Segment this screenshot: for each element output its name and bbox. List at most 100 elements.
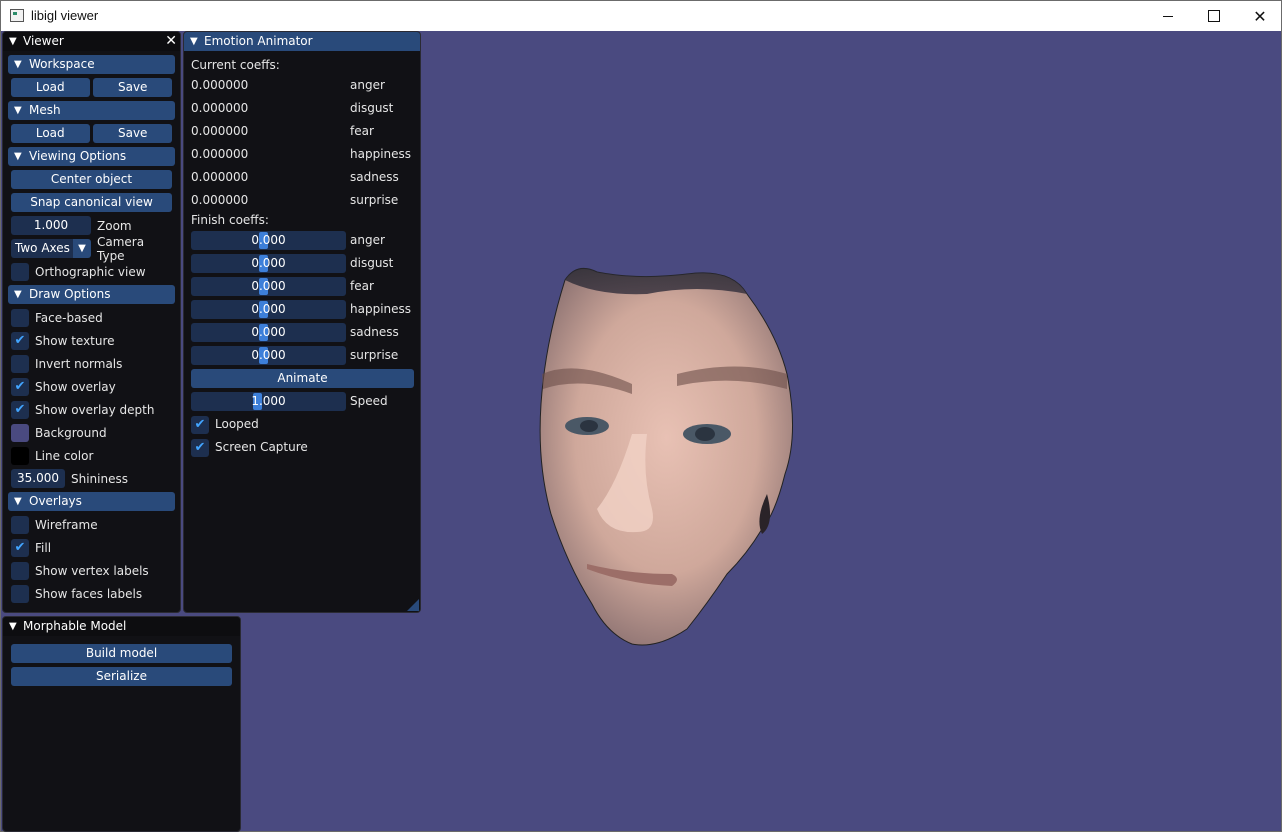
collapse-triangle-icon[interactable]: ▼ (9, 32, 17, 51)
close-window-button[interactable]: ✕ (1237, 1, 1282, 31)
check-icon: ✔ (14, 379, 26, 394)
current-value: 0.000000 (191, 193, 249, 207)
show-overlay-label: Show overlay (35, 379, 116, 394)
show-overlay-depth-checkbox[interactable]: ✔ (11, 400, 29, 419)
invert-normals-label: Invert normals (35, 356, 123, 371)
shininess-label: Shininess (71, 471, 128, 486)
slider-value: 0.000 (251, 279, 286, 293)
finish-coeffs-label: Finish coeffs: (191, 211, 269, 230)
fill-checkbox[interactable]: ✔ (11, 538, 29, 557)
slider-value: 0.000 (251, 256, 286, 270)
emotion-name: happiness (350, 302, 412, 316)
orthographic-checkbox[interactable] (11, 262, 29, 281)
current-value: 0.000000 (191, 147, 249, 161)
resize-grip[interactable] (407, 599, 419, 611)
check-icon: ✔ (14, 333, 26, 348)
center-object-button[interactable]: Center object (11, 170, 172, 189)
morphable-model-panel: ▼ Morphable Model Build model Serialize (2, 616, 241, 832)
emotion-name: disgust (350, 256, 394, 270)
emotion-name: happiness (350, 147, 412, 161)
camera-type-label: Camera Type (97, 234, 145, 263)
check-icon: ✔ (194, 417, 206, 432)
face-labels-label: Show faces labels (35, 586, 143, 601)
face-mesh[interactable] (537, 264, 795, 647)
chevron-down-icon[interactable]: ▼ (73, 239, 91, 258)
face-labels-checkbox[interactable] (11, 584, 29, 603)
build-model-button[interactable]: Build model (11, 644, 232, 663)
speed-slider[interactable]: 1.000 (191, 392, 346, 411)
collapse-triangle-icon: ▼ (14, 105, 22, 116)
zoom-input[interactable]: 1.000 (11, 216, 91, 235)
window-titlebar: libigl viewer ✕ (0, 0, 1282, 31)
collapse-triangle-icon: ▼ (14, 59, 22, 70)
collapse-triangle-icon[interactable]: ▼ (9, 617, 17, 636)
shininess-input[interactable]: 35.000 (11, 469, 65, 488)
collapse-triangle-icon: ▼ (14, 289, 22, 300)
emotion-name: surprise (350, 193, 399, 207)
sadness-slider[interactable]: 0.000 (191, 323, 346, 342)
close-icon[interactable]: ✕ (165, 32, 177, 51)
speed-row: 1.000 Speed (191, 392, 420, 411)
maximize-button[interactable] (1191, 1, 1237, 31)
fear-slider[interactable]: 0.000 (191, 277, 346, 296)
camera-type-value[interactable]: Two Axes (11, 239, 73, 258)
screen-capture-label: Screen Capture (215, 440, 308, 454)
slider-value: 1.000 (251, 394, 286, 408)
workspace-save-button[interactable]: Save (93, 78, 172, 97)
collapse-triangle-icon[interactable]: ▼ (190, 32, 198, 51)
workspace-section[interactable]: ▼ Workspace (8, 55, 175, 74)
workspace-load-button[interactable]: Load (11, 78, 90, 97)
mesh-section[interactable]: ▼ Mesh (8, 101, 175, 120)
finish-row: 0.000 surprise (191, 346, 420, 365)
finish-row: 0.000 anger (191, 231, 420, 250)
invert-normals-checkbox[interactable] (11, 354, 29, 373)
zoom-label: Zoom (97, 218, 132, 233)
current-value: 0.000000 (191, 170, 249, 184)
wireframe-checkbox[interactable] (11, 515, 29, 534)
anger-slider[interactable]: 0.000 (191, 231, 346, 250)
happiness-slider[interactable]: 0.000 (191, 300, 346, 319)
check-icon: ✔ (14, 540, 26, 555)
3d-viewport[interactable]: ▼ Viewer ✕ ▼ Workspace Load Save ▼ Mesh … (0, 31, 1282, 832)
disgust-slider[interactable]: 0.000 (191, 254, 346, 273)
viewing-options-section[interactable]: ▼ Viewing Options (8, 147, 175, 166)
emotion-panel-header[interactable]: ▼ Emotion Animator (184, 32, 420, 51)
window-title: libigl viewer (31, 8, 99, 23)
vertex-labels-label: Show vertex labels (35, 563, 149, 578)
camera-type-select[interactable]: Two Axes ▼ (11, 239, 91, 258)
viewer-panel-header[interactable]: ▼ Viewer ✕ (3, 32, 180, 51)
overlays-section[interactable]: ▼ Overlays (8, 492, 175, 511)
mesh-load-button[interactable]: Load (11, 124, 90, 143)
mesh-save-button[interactable]: Save (93, 124, 172, 143)
speed-label: Speed (350, 394, 388, 408)
collapse-triangle-icon: ▼ (14, 496, 22, 507)
draw-options-section[interactable]: ▼ Draw Options (8, 285, 175, 304)
looped-row: ✔ Looped (191, 415, 420, 434)
vertex-labels-checkbox[interactable] (11, 561, 29, 580)
snap-canonical-view-button[interactable]: Snap canonical view (11, 193, 172, 212)
section-label: Overlays (29, 494, 82, 508)
surprise-slider[interactable]: 0.000 (191, 346, 346, 365)
app-icon (10, 9, 24, 22)
face-based-checkbox[interactable] (11, 308, 29, 327)
line-color-swatch[interactable] (11, 446, 29, 465)
looped-checkbox[interactable]: ✔ (191, 415, 209, 434)
show-texture-checkbox[interactable]: ✔ (11, 331, 29, 350)
emotion-title: Emotion Animator (204, 34, 313, 48)
viewer-panel: ▼ Viewer ✕ ▼ Workspace Load Save ▼ Mesh … (2, 31, 181, 613)
screen-capture-checkbox[interactable]: ✔ (191, 438, 209, 457)
serialize-button[interactable]: Serialize (11, 667, 232, 686)
show-overlay-checkbox[interactable]: ✔ (11, 377, 29, 396)
background-color-swatch[interactable] (11, 423, 29, 442)
emotion-name: sadness (350, 325, 399, 339)
check-icon: ✔ (14, 402, 26, 417)
minimize-button[interactable] (1145, 1, 1191, 31)
section-label: Draw Options (29, 287, 111, 301)
section-label: Viewing Options (29, 149, 127, 163)
animate-button[interactable]: Animate (191, 369, 414, 388)
section-label: Workspace (29, 57, 95, 71)
morphable-panel-header[interactable]: ▼ Morphable Model (3, 617, 240, 636)
emotion-name: sadness (350, 170, 399, 184)
show-texture-label: Show texture (35, 333, 115, 348)
emotion-name: disgust (350, 101, 394, 115)
